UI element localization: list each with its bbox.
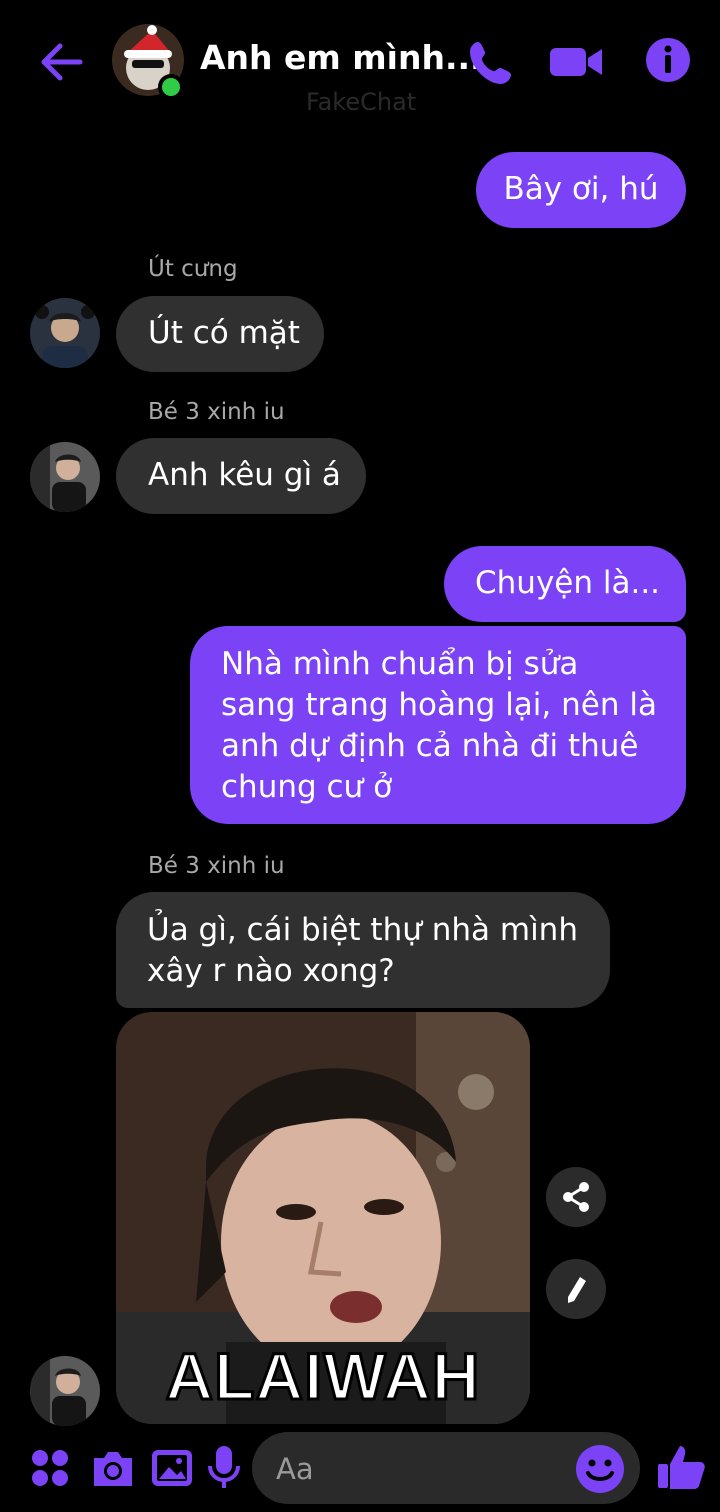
phone-icon[interactable] [466,36,518,88]
outgoing-message-bubble[interactable]: Bây ơi, hú [476,152,686,228]
avatar[interactable] [30,1356,100,1426]
back-arrow-icon[interactable] [36,36,88,88]
apps-icon[interactable] [30,1448,70,1492]
incoming-message-bubble[interactable]: Anh kêu gì á [116,438,366,514]
mic-icon[interactable] [204,1444,244,1494]
conversation-title[interactable]: Anh em mình... [200,38,483,77]
video-icon[interactable] [548,36,602,88]
gallery-icon[interactable] [150,1446,194,1494]
share-button[interactable] [546,1167,606,1227]
info-icon[interactable] [644,36,696,88]
message-input-placeholder: Aa [276,1452,314,1486]
outgoing-message-bubble[interactable]: Chuyện là... [444,546,686,622]
incoming-message-bubble[interactable]: Ủa gì, cái biệt thự nhà mình xây r nào x… [116,892,610,1008]
image-caption: ALAIWAH [164,1338,481,1415]
edit-icon [568,1277,586,1303]
avatar[interactable] [30,298,100,368]
camera-icon[interactable] [90,1446,136,1494]
avatar[interactable] [30,442,100,512]
watermark: FakeChat [306,88,417,116]
sender-name: Út cưng [148,256,238,282]
edit-button[interactable] [546,1259,606,1319]
like-icon[interactable] [656,1442,706,1496]
share-icon [563,1182,589,1212]
online-status-dot [158,74,184,100]
sender-name: Bé 3 xinh iu [148,399,285,425]
image-message[interactable]: ALAIWAH [116,1012,530,1424]
emoji-icon[interactable] [574,1443,626,1499]
incoming-message-bubble[interactable]: Út có mặt [116,296,324,372]
outgoing-message-bubble[interactable]: Nhà mình chuẩn bị sửa sang trang hoàng l… [190,626,686,824]
chat-header: Anh em mình... FakeChat [0,0,720,125]
sender-name: Bé 3 xinh iu [148,853,285,879]
